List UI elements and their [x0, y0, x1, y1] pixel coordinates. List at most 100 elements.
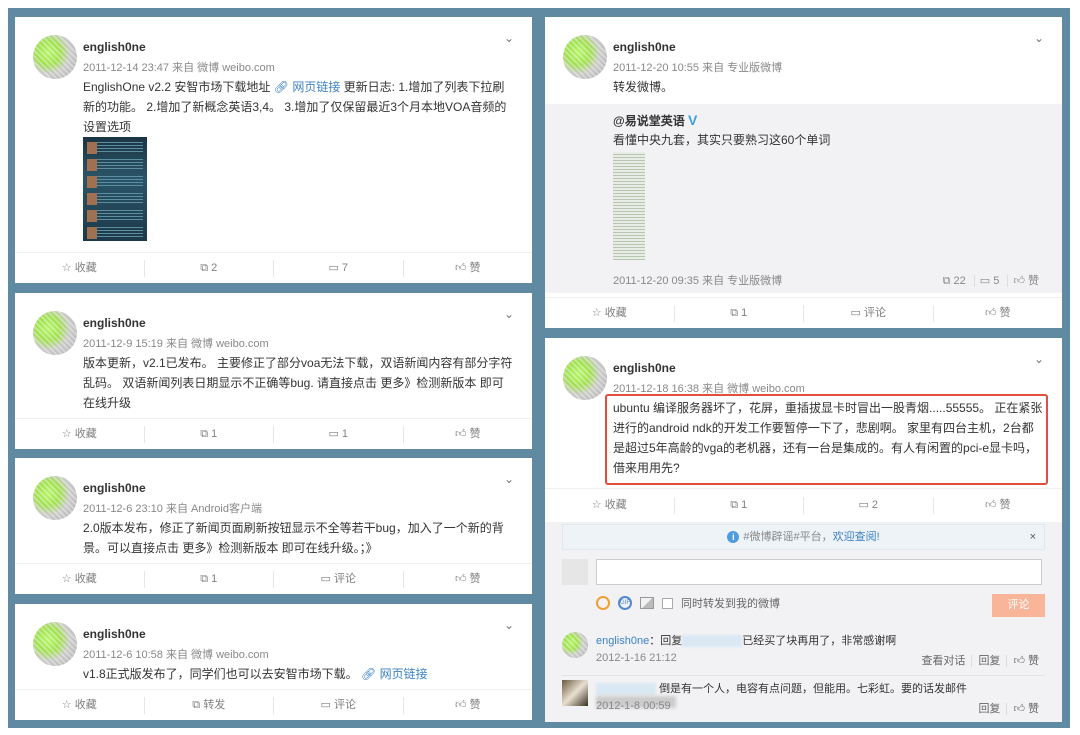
chevron-down-icon[interactable]: ⌄ — [504, 472, 514, 486]
avatar[interactable] — [33, 476, 77, 520]
comment-button[interactable]: ▭ 评论 — [273, 696, 403, 714]
redacted-name — [596, 683, 656, 696]
gif-icon[interactable]: GIF — [618, 596, 632, 610]
star-icon: ☆ — [591, 306, 602, 319]
avatar[interactable] — [563, 356, 607, 400]
comment-icon: ▭ — [320, 572, 331, 585]
repost-meta: 2011-12-20 09:35 来自 专业版微博 — [613, 275, 783, 287]
comment-button[interactable]: ▭ 1 — [273, 425, 403, 443]
post-image[interactable] — [83, 137, 147, 241]
repost-forward[interactable]: ⧉ 22 — [938, 275, 971, 287]
forward-icon: ⧉ — [200, 261, 209, 274]
avatar[interactable] — [33, 311, 77, 355]
weibo-post: english0ne 2011-12-6 10:58 来自 微博 weibo.c… — [15, 604, 532, 720]
favorite-button[interactable]: ☆ 收藏 — [15, 260, 144, 277]
like-button[interactable]: 👍︎ 赞 — [402, 259, 533, 277]
close-icon[interactable]: × — [1030, 525, 1036, 549]
comment-time: 2012-1-16 21:12 — [596, 652, 677, 664]
chevron-down-icon[interactable]: ⌄ — [504, 307, 514, 321]
action-bar: ☆ 收藏 ⧉ 2 ▭ 7 👍︎ 赞 — [15, 252, 532, 283]
author-name[interactable]: english0ne — [83, 627, 146, 641]
star-icon: ☆ — [61, 261, 72, 274]
author-name[interactable]: english0ne — [83, 481, 146, 495]
like-button[interactable]: 👍︎ 赞 — [402, 425, 533, 443]
web-link[interactable]: 🔗︎ 网页链接 — [274, 80, 341, 94]
forward-icon: ⧉ — [192, 698, 201, 711]
like-button[interactable]: 👍︎ 赞 — [932, 304, 1063, 322]
avatar[interactable] — [33, 622, 77, 666]
comment-icon: ▭ — [850, 306, 861, 319]
view-conversation-link[interactable]: 查看对话 — [915, 655, 971, 667]
comment-button[interactable]: ▭ 评论 — [273, 570, 403, 588]
chevron-down-icon[interactable]: ⌄ — [504, 618, 514, 632]
comment-button[interactable]: ▭ 评论 — [803, 304, 933, 322]
post-meta: 2011-12-20 10:55 来自 专业版微博 — [613, 62, 783, 74]
forward-button[interactable]: ⧉ 2 — [143, 259, 274, 277]
comment-input[interactable] — [596, 559, 1042, 585]
post-meta: 2011-12-14 23:47 来自 微博 weibo.com — [83, 62, 275, 74]
thumbs-up-icon: 👍︎ — [984, 306, 997, 319]
post-text: 版本更新，v2.1已发布。 主要修正了部分voa无法下载，双语新闻内容有部分字符… — [83, 356, 513, 410]
author-name[interactable]: english0ne — [613, 361, 676, 375]
favorite-button[interactable]: ☆ 收藏 — [545, 305, 674, 322]
star-icon: ☆ — [591, 499, 602, 511]
forward-button[interactable]: ⧉ 转发 — [143, 696, 274, 714]
thumbs-up-icon: 👍︎ — [454, 261, 467, 274]
post-text: 2.0版本发布，修正了新闻页面刷新按钮显示不全等若干bug，加入了一个新的背景。… — [83, 521, 504, 555]
emoji-icon[interactable] — [596, 596, 610, 610]
favorite-button[interactable]: ☆ 收藏 — [15, 571, 144, 588]
image-icon[interactable] — [640, 597, 654, 609]
reply-link[interactable]: 回复 — [972, 703, 1006, 715]
repost-actions: ⧉ 22 ▭ 5 👍︎ 赞 — [938, 272, 1044, 288]
sync-forward-checkbox[interactable] — [662, 597, 673, 609]
star-icon: ☆ — [61, 572, 72, 585]
link-icon: 🔗︎ — [273, 80, 289, 94]
favorite-button[interactable]: ☆ 收藏 — [15, 697, 144, 714]
comment-icon: ▭ — [320, 698, 331, 711]
favorite-button[interactable]: ☆ 收藏 — [15, 426, 144, 443]
comment-button[interactable]: ▭ 7 — [273, 259, 403, 277]
author-name[interactable]: english0ne — [613, 40, 676, 54]
chevron-down-icon[interactable]: ⌄ — [1034, 31, 1044, 45]
forward-button[interactable]: ⧉ 1 — [673, 497, 804, 514]
avatar[interactable] — [33, 35, 77, 79]
reply-link[interactable]: 回复 — [971, 655, 1007, 667]
comment-item: 倒是有一个人，电容有点问题，但能用。七彩虹。要的话发邮件 2012-1-8 00… — [562, 676, 1045, 722]
weibo-post: english0ne 2011-12-18 16:38 来自 微博 weibo.… — [545, 338, 1062, 722]
author-name[interactable]: english0ne — [83, 40, 146, 54]
comment-icon: ▭ — [328, 427, 339, 440]
comment-icon: ▭ — [858, 499, 869, 511]
rumor-notice: i #微博辟谣#平台，欢迎查阅! × — [562, 524, 1045, 550]
favorite-button[interactable]: ☆ 收藏 — [545, 497, 674, 514]
repost-like[interactable]: 👍︎ 赞 — [1007, 275, 1044, 287]
commenter-avatar[interactable] — [562, 632, 588, 658]
like-button[interactable]: 👍︎ 赞 — [402, 570, 533, 588]
post-text: EnglishOne v2.2 安智市场下载地址 🔗︎ 网页链接 更新日志: 1… — [83, 80, 507, 134]
action-bar: ☆ 收藏 ⧉ 1 ▭ 2 👍︎ 赞 — [545, 488, 1062, 522]
web-link[interactable]: 🔗︎ 网页链接 — [361, 667, 428, 681]
author-name[interactable]: english0ne — [83, 316, 146, 330]
forward-button[interactable]: ⧉ 1 — [673, 304, 804, 322]
commenter-avatar[interactable] — [562, 680, 588, 706]
repost-author[interactable]: @易说堂英语 V — [613, 112, 697, 129]
like-button[interactable]: 👍︎ 赞 — [932, 497, 1063, 514]
chevron-down-icon[interactable]: ⌄ — [504, 31, 514, 45]
forward-button[interactable]: ⧉ 1 — [143, 425, 274, 443]
repost-comment[interactable]: ▭ 5 — [973, 275, 1005, 287]
weibo-post: english0ne 2011-12-9 15:19 来自 微博 weibo.c… — [15, 293, 532, 449]
like-button[interactable]: 👍︎ 赞 — [402, 696, 533, 714]
commenter-name[interactable]: english0ne — [596, 635, 649, 647]
chevron-down-icon[interactable]: ⌄ — [1034, 352, 1044, 366]
repost-image[interactable] — [613, 152, 645, 260]
reposted-post: @易说堂英语 V 看懂中央九套，其实只要熟习这60个单词 2011-12-20 … — [545, 104, 1062, 293]
forward-button[interactable]: ⧉ 1 — [143, 570, 274, 588]
comment-button[interactable]: ▭ 2 — [803, 497, 933, 514]
comment-like[interactable]: 👍︎ 赞 — [1006, 655, 1045, 667]
avatar[interactable] — [563, 35, 607, 79]
submit-comment-button[interactable]: 评论 — [992, 594, 1045, 617]
weibo-post: english0ne 2011-12-20 10:55 来自 专业版微博 ⌄ 转… — [545, 17, 1062, 328]
action-bar: ☆ 收藏 ⧉ 转发 ▭ 评论 👍︎ 赞 — [15, 689, 532, 720]
thumbs-up-icon: 👍︎ — [454, 698, 467, 711]
comment-like[interactable]: 👍︎ 赞 — [1006, 703, 1045, 715]
notice-link[interactable]: 欢迎查阅! — [833, 531, 880, 543]
